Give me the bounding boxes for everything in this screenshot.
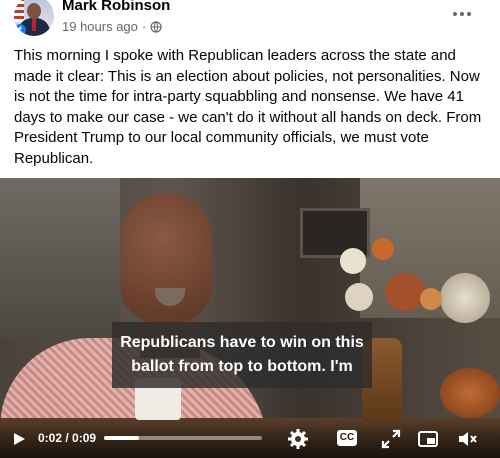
video-progress-bar[interactable]: [104, 436, 262, 440]
closed-captions-icon[interactable]: CC: [337, 430, 357, 446]
flower: [372, 238, 394, 260]
caption-line: Republicans have to win on this: [120, 334, 364, 351]
food-dish: [440, 368, 500, 418]
video-caption: Republicans have to win on this ballot f…: [112, 322, 372, 388]
video-progress-fill: [104, 436, 139, 440]
play-icon[interactable]: [12, 432, 26, 446]
post-timestamp[interactable]: 19 hours ago: [62, 19, 138, 34]
meta-separator: ·: [141, 19, 147, 34]
flower: [385, 273, 425, 311]
background-lamp: [440, 273, 490, 323]
gear-icon[interactable]: [287, 428, 309, 450]
flower: [340, 248, 366, 274]
flower: [420, 288, 442, 310]
post-meta: 19 hours ago ·: [62, 19, 162, 34]
video-player[interactable]: Republicans have to win on this ballot f…: [0, 178, 500, 458]
flag-graphic: [14, 0, 24, 22]
post-header: f Mark Robinson 19 hours ago ·: [0, 0, 500, 44]
post-text: This morning I spoke with Republican lea…: [14, 47, 482, 167]
background-window: [0, 178, 120, 338]
facebook-badge-icon: f: [14, 24, 26, 36]
video-controls: 0:02 / 0:09 CC: [0, 418, 500, 458]
more-options-icon[interactable]: [450, 4, 474, 24]
globe-icon[interactable]: [150, 20, 162, 33]
caption-line: ballot from top to bottom. I'm: [131, 358, 353, 375]
fullscreen-icon[interactable]: [380, 428, 402, 450]
video-time: 0:02 / 0:09: [38, 431, 97, 445]
flower: [345, 283, 373, 311]
volume-icon[interactable]: [456, 428, 478, 450]
picture-in-picture-icon[interactable]: [417, 428, 439, 450]
author-name[interactable]: Mark Robinson: [62, 0, 170, 14]
author-avatar[interactable]: f: [14, 0, 54, 36]
